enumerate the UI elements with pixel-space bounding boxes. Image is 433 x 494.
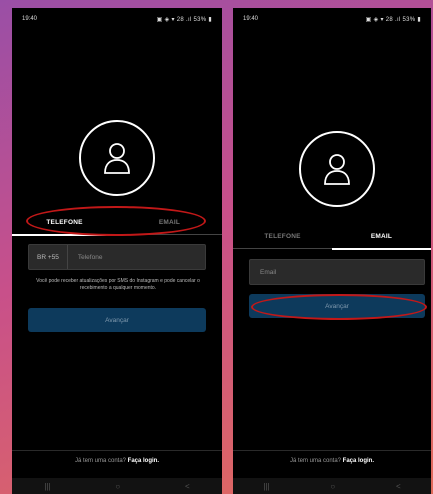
next-button[interactable]: Avançar — [28, 308, 206, 332]
system-nav-bar: ||| ○ < — [233, 478, 431, 494]
back-icon[interactable]: < — [396, 482, 401, 491]
email-placeholder: Email — [260, 268, 277, 276]
status-bar: 19:40 ▣ ◈ ▾ 28 .ıl 53% ▮ — [12, 8, 222, 30]
status-time: 19:40 — [22, 16, 38, 22]
recent-apps-icon[interactable]: ||| — [44, 482, 50, 491]
email-input[interactable]: Email — [249, 259, 425, 285]
login-footer: Já tem uma conta? Faça login. — [12, 458, 222, 464]
tab-phone[interactable]: TELEFONE — [233, 224, 332, 248]
footer-text: Já tem uma conta? — [289, 458, 341, 464]
home-icon[interactable]: ○ — [330, 482, 335, 491]
user-icon — [324, 154, 350, 185]
login-link[interactable]: Faça login. — [343, 458, 374, 464]
status-icons: ▣ ◈ ▾ 28 .ıl 53% ▮ — [365, 16, 421, 23]
profile-avatar — [79, 120, 155, 196]
user-icon — [104, 143, 130, 174]
tab-email-underline — [332, 248, 431, 250]
login-link[interactable]: Faça login. — [128, 458, 159, 464]
tab-email[interactable]: EMAIL — [332, 224, 431, 248]
footer-divider — [233, 450, 431, 451]
footer-text: Já tem uma conta? — [74, 458, 126, 464]
home-icon[interactable]: ○ — [115, 482, 120, 491]
country-code[interactable]: BR +55 — [29, 245, 68, 269]
status-icons: ▣ ◈ ▾ 28 .ıl 53% ▮ — [156, 16, 212, 23]
signup-tabs: TELEFONE EMAIL — [233, 224, 431, 248]
system-nav-bar: ||| ○ < — [12, 478, 222, 494]
phone-screen-phone-tab: 19:40 ▣ ◈ ▾ 28 .ıl 53% ▮ TELEFONE EMAIL … — [12, 8, 222, 494]
phone-input[interactable]: BR +55 Telefone — [28, 244, 206, 270]
status-time: 19:40 — [243, 16, 259, 22]
red-annotation-ellipse-tabs — [26, 206, 206, 236]
phone-placeholder: Telefone — [77, 253, 103, 261]
sms-hint-text: Você pode receber atualizações por SMS d… — [36, 278, 200, 291]
profile-avatar — [299, 131, 375, 207]
phone-screen-email-tab: 19:40 ▣ ◈ ▾ 28 .ıl 53% ▮ TELEFONE EMAIL … — [233, 8, 431, 494]
red-annotation-ellipse-button — [251, 294, 427, 320]
back-icon[interactable]: < — [185, 482, 190, 491]
recent-apps-icon[interactable]: ||| — [263, 482, 269, 491]
footer-divider — [12, 450, 222, 451]
tab-phone-underline — [233, 248, 332, 249]
status-bar: 19:40 ▣ ◈ ▾ 28 .ıl 53% ▮ — [233, 8, 431, 30]
login-footer: Já tem uma conta? Faça login. — [233, 458, 431, 464]
